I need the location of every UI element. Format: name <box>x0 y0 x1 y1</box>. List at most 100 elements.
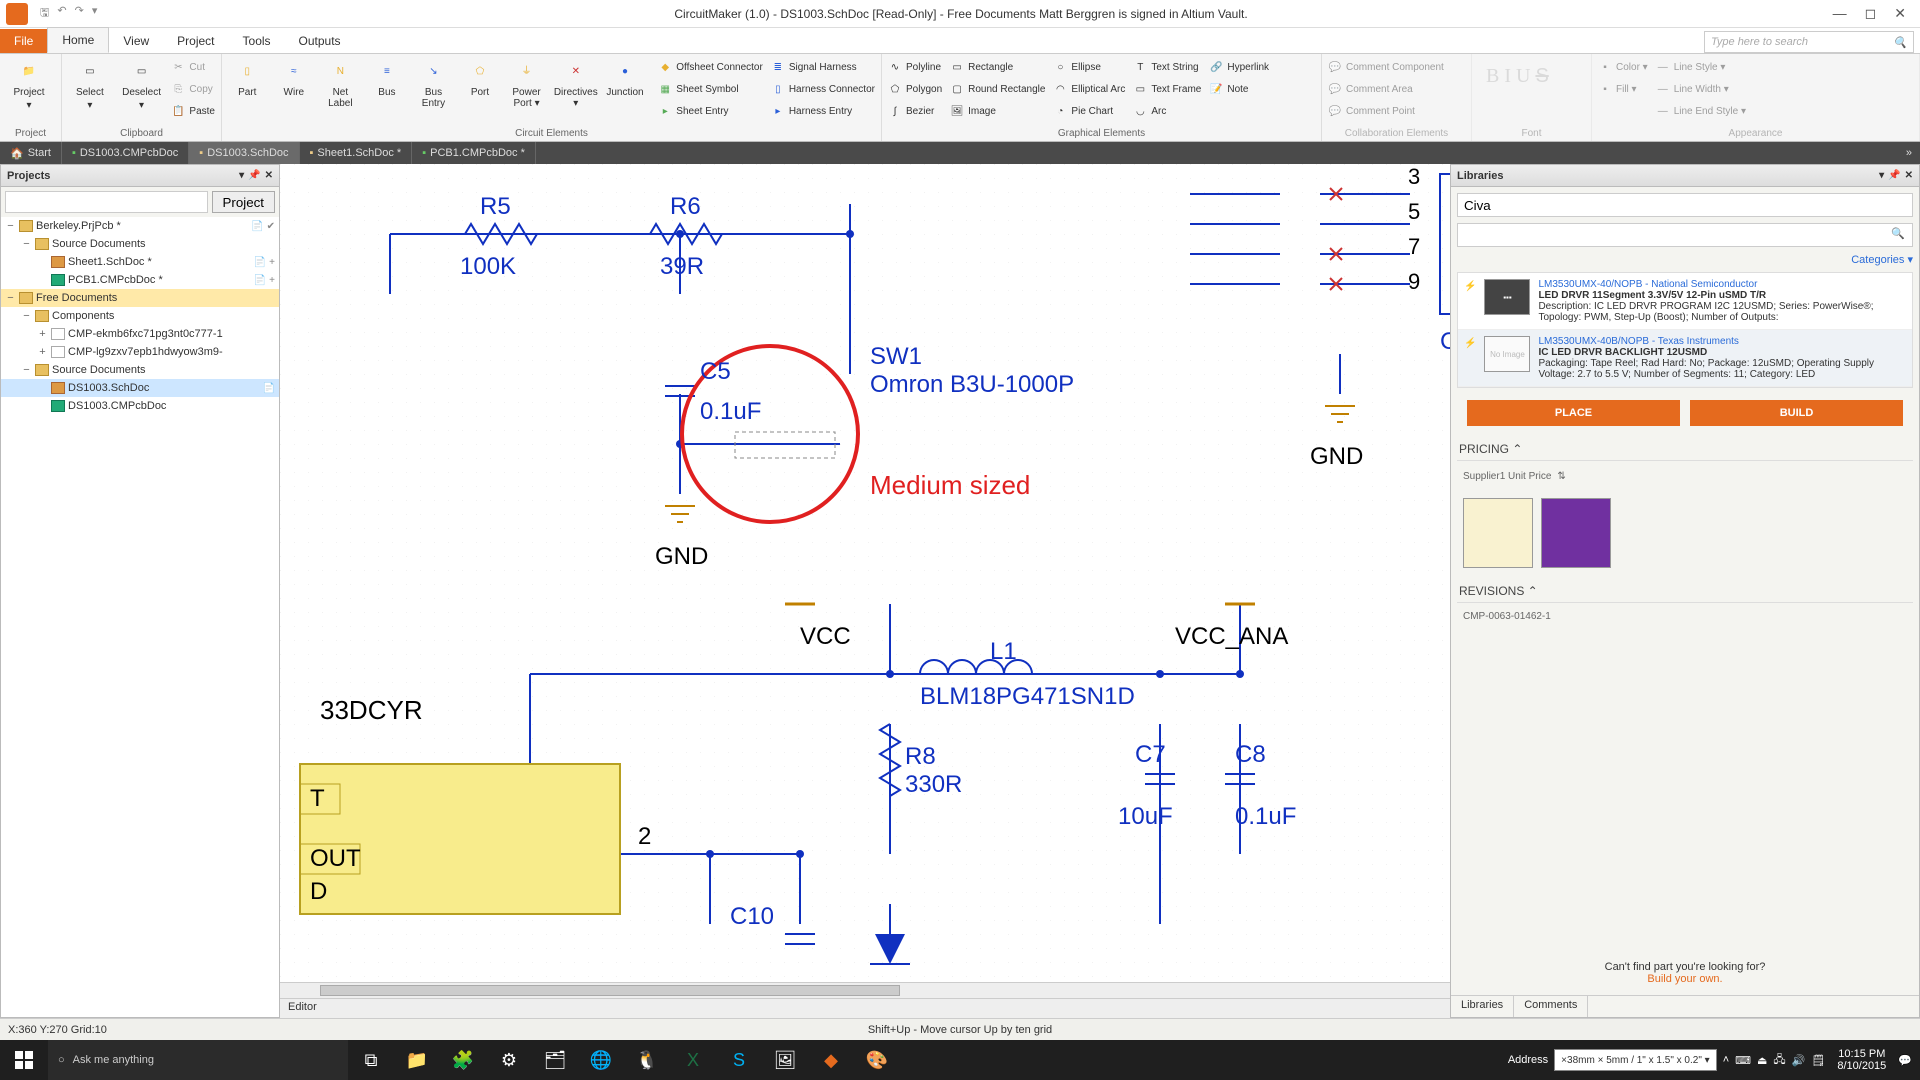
libs-dropdown-icon[interactable]: ▾ <box>1879 170 1884 181</box>
pricing-section[interactable]: PRICING ⌃ <box>1457 438 1913 461</box>
taskbar-circuitmaker-icon[interactable]: ◆ <box>808 1040 854 1080</box>
minimize-icon[interactable]: — <box>1833 5 1847 22</box>
footer-tab-comments[interactable]: Comments <box>1514 996 1588 1017</box>
categories-link[interactable]: Categories ▾ <box>1457 253 1913 266</box>
qat-dropdown-icon[interactable]: ▾ <box>92 4 98 23</box>
busentry-button[interactable]: ↘Bus Entry <box>414 57 453 109</box>
tray-notes-icon[interactable]: 🗒 <box>1811 1054 1825 1067</box>
panel-pin-icon[interactable]: 📌 <box>248 170 260 181</box>
tray-network-icon[interactable]: 🖧 <box>1773 1051 1785 1070</box>
roundrect-button[interactable]: ▢Round Rectangle <box>950 79 1045 99</box>
harnessentry-button[interactable]: ▸Harness Entry <box>771 101 875 121</box>
image-button[interactable]: 🖼Image <box>950 101 1045 121</box>
search-result-2[interactable]: ⚡ No Image LM3530UMX-40B/NOPB - Texas In… <box>1458 330 1912 387</box>
tree-node[interactable]: −Berkeley.PrjPcb *📄 ✔ <box>1 217 279 235</box>
doctab-2[interactable]: ▪DS1003.SchDoc <box>189 142 299 164</box>
taskbar-skype-icon[interactable]: S <box>716 1040 762 1080</box>
tray-keyboard-icon[interactable]: ⌨ <box>1735 1054 1751 1067</box>
directives-button[interactable]: ✕Directives ▾ <box>554 57 598 109</box>
schematic-canvas[interactable]: R5100K R639R C50.1uF SW1Omron B3U-1000P … <box>280 164 1450 982</box>
textstring-button[interactable]: TText String <box>1133 57 1201 77</box>
tree-node[interactable]: −Components <box>1 307 279 325</box>
doctab-3[interactable]: ▪Sheet1.SchDoc * <box>300 142 413 164</box>
tree-node[interactable]: −Source Documents <box>1 235 279 253</box>
libraries-filter-input[interactable] <box>1457 223 1913 247</box>
rectangle-button[interactable]: ▭Rectangle <box>950 57 1045 77</box>
sheetsymbol-button[interactable]: ▦Sheet Symbol <box>658 79 763 99</box>
project-button[interactable]: 📁Project▾ <box>6 57 52 111</box>
qat-save-icon[interactable]: 🖫 <box>40 4 49 23</box>
projects-project-button[interactable]: Project <box>212 191 275 213</box>
place-button[interactable]: PLACE <box>1467 400 1680 426</box>
earc-button[interactable]: ◠Elliptical Arc <box>1053 79 1125 99</box>
footer-tab-libraries[interactable]: Libraries <box>1451 996 1514 1017</box>
tab-project[interactable]: Project <box>163 29 228 53</box>
close-icon[interactable]: ✕ <box>1894 5 1906 22</box>
tree-node[interactable]: −Source Documents <box>1 361 279 379</box>
paste-button[interactable]: 📋Paste <box>171 101 215 121</box>
panel-dropdown-icon[interactable]: ▾ <box>239 170 244 181</box>
libs-close-icon[interactable]: ✕ <box>1905 170 1913 181</box>
tree-node[interactable]: −Free Documents <box>1 289 279 307</box>
build-your-own-link[interactable]: Build your own. <box>1647 973 1722 985</box>
address-field[interactable]: ×38mm × 5mm / 1" x 1.5" x 0.2" ▾ <box>1554 1049 1717 1071</box>
search-icon[interactable]: 🔍 <box>1893 36 1907 49</box>
tray-removable-icon[interactable]: ⏏ <box>1757 1054 1767 1067</box>
textframe-button[interactable]: ▭Text Frame <box>1133 79 1201 99</box>
note-button[interactable]: 📝Note <box>1209 79 1269 99</box>
tray-volume-icon[interactable]: 🔊 <box>1792 1054 1806 1067</box>
sheetentry-button[interactable]: ▸Sheet Entry <box>658 101 763 121</box>
tree-node[interactable]: DS1003.SchDoc📄 <box>1 379 279 397</box>
tab-file[interactable]: File <box>0 29 47 53</box>
tab-tools[interactable]: Tools <box>229 29 285 53</box>
part-button[interactable]: ▯Part <box>228 57 267 98</box>
bezier-button[interactable]: ∫Bezier <box>888 101 942 121</box>
pie-button[interactable]: ◔Pie Chart <box>1053 101 1125 121</box>
taskbar-app3-icon[interactable]: 🗂 <box>532 1040 578 1080</box>
maximize-icon[interactable]: ◻ <box>1865 5 1877 22</box>
projects-filter-input[interactable] <box>5 191 208 213</box>
search-result-1[interactable]: ⚡ ▪▪▪ LM3530UMX-40/NOPB - National Semic… <box>1458 273 1912 330</box>
doctab-1[interactable]: ▪DS1003.CMPcbDoc <box>62 142 189 164</box>
taskbar-chrome-icon[interactable]: 🌐 <box>578 1040 624 1080</box>
wire-button[interactable]: ≈Wire <box>275 57 314 98</box>
arc-button[interactable]: ◡Arc <box>1133 101 1201 121</box>
sort-icon[interactable]: ⇅ <box>1557 471 1565 482</box>
tray-notifications-icon[interactable]: 💬 <box>1898 1054 1912 1067</box>
tree-node[interactable]: +CMP-lg9zxv7epb1hdwyow3m9- <box>1 343 279 361</box>
taskbar-paint-icon[interactable]: 🎨 <box>854 1040 900 1080</box>
doctab-4[interactable]: ▪PCB1.CMPcbDoc * <box>412 142 536 164</box>
taskbar-excel-icon[interactable]: X <box>670 1040 716 1080</box>
polyline-button[interactable]: ∿Polyline <box>888 57 942 77</box>
tab-home[interactable]: Home <box>47 27 109 53</box>
taskbar-app4-icon[interactable]: 🐧 <box>624 1040 670 1080</box>
taskview-icon[interactable]: ⧉ <box>348 1040 394 1080</box>
taskbar-explorer-icon[interactable]: 📁 <box>394 1040 440 1080</box>
taskbar-app2-icon[interactable]: ⚙ <box>486 1040 532 1080</box>
copy-button[interactable]: ⎘Copy <box>171 79 215 99</box>
tray-up-icon[interactable]: ˄ <box>1723 1054 1729 1066</box>
harnessconn-button[interactable]: ▯Harness Connector <box>771 79 875 99</box>
hyperlink-button[interactable]: 🔗Hyperlink <box>1209 57 1269 77</box>
libs-pin-icon[interactable]: 📌 <box>1888 170 1900 181</box>
build-button[interactable]: BUILD <box>1690 400 1903 426</box>
doctab-start[interactable]: 🏠Start <box>0 142 62 164</box>
tree-node[interactable]: +CMP-ekmb6fxc71pg3nt0c777-1 <box>1 325 279 343</box>
taskbar-app1-icon[interactable]: 🧩 <box>440 1040 486 1080</box>
sigharness-button[interactable]: ≣Signal Harness <box>771 57 875 77</box>
select-button[interactable]: ▭Select▾ <box>68 57 112 111</box>
editor-tab[interactable]: Editor <box>280 998 1450 1018</box>
tray-clock[interactable]: 10:15 PM8/10/2015 <box>1831 1048 1892 1072</box>
model-schematic[interactable] <box>1463 498 1533 568</box>
bus-button[interactable]: ≡Bus <box>368 57 407 98</box>
junction-button[interactable]: ●Junction <box>606 57 645 98</box>
model-footprint[interactable] <box>1541 498 1611 568</box>
polygon-button[interactable]: ⬠Polygon <box>888 79 942 99</box>
deselect-button[interactable]: ▭Deselect▾ <box>120 57 164 111</box>
tree-node[interactable]: DS1003.CMPcbDoc <box>1 397 279 415</box>
tree-node[interactable]: PCB1.CMPcbDoc *📄 + <box>1 271 279 289</box>
qat-undo-icon[interactable]: ↶ <box>57 4 66 23</box>
start-button[interactable] <box>0 1040 48 1080</box>
revisions-section[interactable]: REVISIONS ⌃ <box>1457 580 1913 603</box>
cortana-search[interactable]: ○Ask me anything <box>48 1040 348 1080</box>
